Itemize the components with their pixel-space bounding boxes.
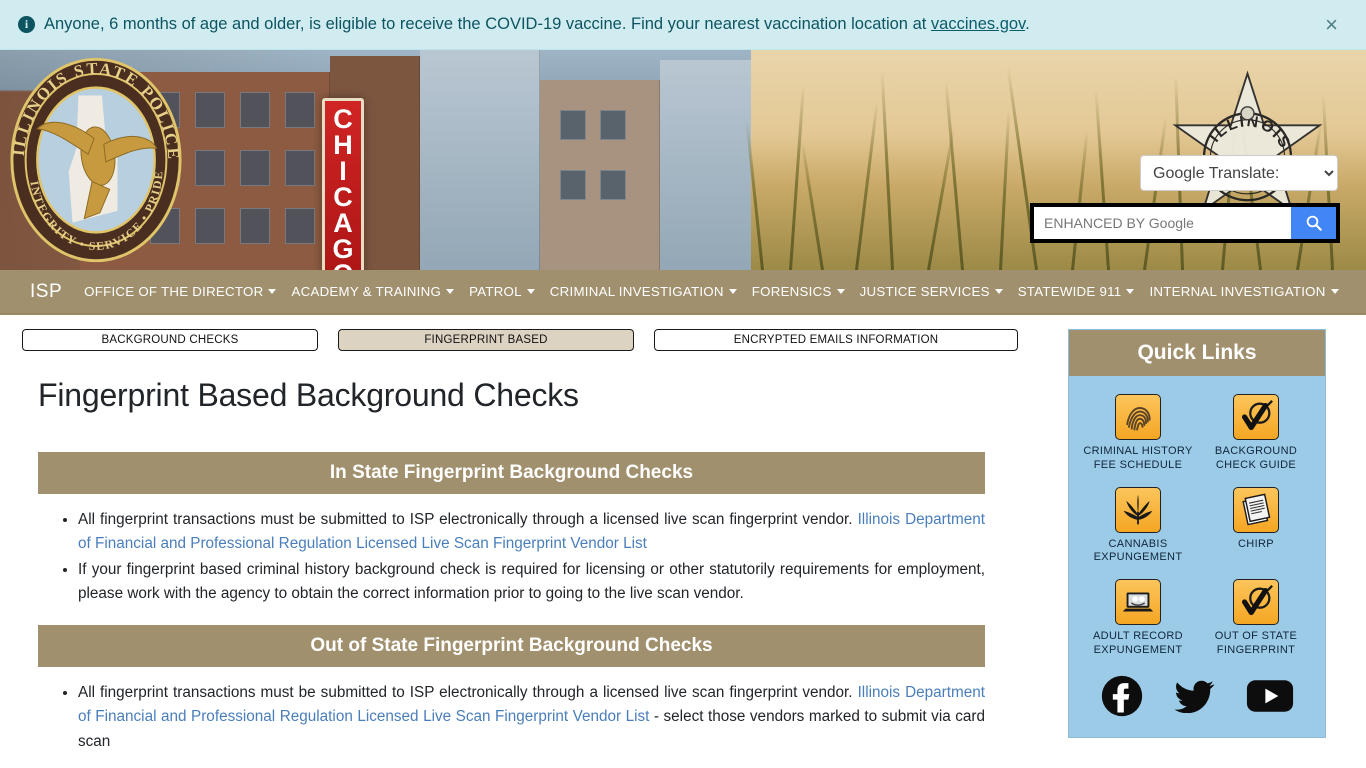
bullet-text: All fingerprint transactions must be sub… <box>78 683 858 701</box>
quick-link-cannabis-expungement[interactable]: CANNABIS EXPUNGEMENT <box>1079 486 1197 566</box>
search-input[interactable] <box>1034 207 1291 239</box>
quick-link-label: CRIMINAL HISTORY FEE SCHEDULE <box>1083 445 1193 471</box>
tab-encrypted-emails-information[interactable]: ENCRYPTED EMAILS INFORMATION <box>654 329 1018 351</box>
chicago-theatre-sign: CHICAGO <box>322 98 364 270</box>
main-content: BACKGROUND CHECKS FINGERPRINT BASED ENCR… <box>22 329 1022 768</box>
section-heading-in-state: In State Fingerprint Background Checks <box>38 452 985 494</box>
search-icon <box>1306 215 1322 231</box>
main-navigation: ISP OFFICE OF THE DIRECTOR ACADEMY & TRA… <box>0 270 1366 315</box>
bullet-text: All fingerprint transactions must be sub… <box>78 511 858 528</box>
nav-item-academy-and-training[interactable]: ACADEMY & TRAINING <box>291 284 455 299</box>
section-heading-out-of-state: Out of State Fingerprint Background Chec… <box>38 624 985 667</box>
bullet-text: If your fingerprint based criminal histo… <box>78 560 985 603</box>
info-icon: i <box>18 16 35 33</box>
documents-icon <box>1233 486 1279 533</box>
twitter-icon[interactable] <box>1173 679 1217 718</box>
isp-brand-link[interactable]: ISP <box>30 281 62 303</box>
quick-link-label: OUT OF STATE FINGERPRINT <box>1214 630 1298 656</box>
nav-label: ACADEMY & TRAINING <box>291 284 442 299</box>
page-title: Fingerprint Based Background Checks <box>38 377 579 413</box>
quick-links-sidebar: Quick Links CRIMINAL HISTORY FEE SCHEDUL… <box>1068 329 1326 768</box>
laptop-record-icon <box>1115 579 1161 625</box>
quick-link-adult-record-expungement[interactable]: ADULT RECORD EXPUNGEMENT <box>1079 579 1197 658</box>
quick-link-background-check-guide[interactable]: BACKGROUND CHECK GUIDE <box>1197 394 1315 473</box>
quick-link-label: CHIRP <box>1238 537 1274 550</box>
nav-item-statewide-911[interactable]: STATEWIDE 911 <box>1018 284 1135 299</box>
chevron-down-icon <box>836 289 845 294</box>
nav-item-internal-investigation[interactable]: INTERNAL INVESTIGATION <box>1149 284 1339 299</box>
quick-link-criminal-history-fee-schedule[interactable]: CRIMINAL HISTORY FEE SCHEDULE <box>1079 394 1197 473</box>
nav-label: OFFICE OF THE DIRECTOR <box>84 284 264 299</box>
nav-label: FORENSICS <box>751 284 832 299</box>
nav-item-office-of-the-director[interactable]: OFFICE OF THE DIRECTOR <box>84 284 277 299</box>
chevron-down-icon <box>994 289 1003 294</box>
covid-alert-banner: i Anyone, 6 months of age and older, is … <box>0 0 1366 50</box>
search-button[interactable] <box>1291 207 1336 239</box>
cannabis-leaf-icon <box>1115 486 1161 533</box>
nav-label: CRIMINAL INVESTIGATION <box>549 284 724 299</box>
hero-widgets: Google Translate: <box>1030 155 1340 243</box>
section-tab-row: BACKGROUND CHECKS FINGERPRINT BASED ENCR… <box>22 329 1022 351</box>
chevron-down-icon <box>728 289 737 294</box>
tab-background-checks[interactable]: BACKGROUND CHECKS <box>22 329 318 351</box>
alert-text-after: . <box>1025 14 1030 33</box>
quick-links-card: Quick Links CRIMINAL HISTORY FEE SCHEDUL… <box>1068 329 1326 738</box>
quick-links-title: Quick Links <box>1069 330 1325 376</box>
close-icon[interactable]: × <box>1319 13 1344 37</box>
chevron-down-icon <box>1330 289 1339 294</box>
chevron-down-icon <box>446 289 455 294</box>
magnifier-check-icon <box>1233 579 1279 625</box>
nav-item-criminal-investigation[interactable]: CRIMINAL INVESTIGATION <box>550 284 737 299</box>
quick-links-grid: CRIMINAL HISTORY FEE SCHEDULE BACKGROUND… <box>1069 376 1325 664</box>
alert-text-before: Anyone, 6 months of age and older, is el… <box>44 14 931 33</box>
quick-link-label: ADULT RECORD EXPUNGEMENT <box>1093 630 1183 656</box>
list-item: If your fingerprint based criminal histo… <box>78 558 985 607</box>
search-box <box>1030 203 1340 243</box>
quick-link-chirp[interactable]: CHIRP <box>1197 486 1315 566</box>
social-links <box>1069 664 1325 737</box>
nav-label: JUSTICE SERVICES <box>859 284 990 299</box>
hero-banner: CHICAGO ILLINOIS TROOPER <box>0 50 1366 270</box>
chevron-down-icon <box>1126 289 1135 294</box>
nav-label: INTERNAL INVESTIGATION <box>1149 284 1326 299</box>
chevron-down-icon <box>268 289 277 294</box>
quick-link-out-of-state-fingerprint[interactable]: OUT OF STATE FINGERPRINT <box>1197 579 1315 658</box>
nav-label: PATROL <box>469 284 522 299</box>
google-translate-select[interactable]: Google Translate: <box>1140 155 1338 191</box>
list-item: All fingerprint transactions must be sub… <box>78 508 985 557</box>
page-body: BACKGROUND CHECKS FINGERPRINT BASED ENCR… <box>0 315 1366 768</box>
list-item: All fingerprint transactions must be sub… <box>78 681 985 754</box>
facebook-icon[interactable] <box>1100 674 1144 723</box>
nav-item-justice-services[interactable]: JUSTICE SERVICES <box>860 284 1003 299</box>
youtube-icon[interactable] <box>1246 678 1294 719</box>
nav-item-forensics[interactable]: FORENSICS <box>752 284 845 299</box>
magnifier-check-icon <box>1233 394 1279 440</box>
nav-item-patrol[interactable]: PATROL <box>469 284 535 299</box>
in-state-bullet-list: All fingerprint transactions must be sub… <box>38 508 985 607</box>
out-of-state-bullet-list: All fingerprint transactions must be sub… <box>38 681 985 754</box>
fingerprint-icon <box>1115 394 1161 440</box>
nav-label: STATEWIDE 911 <box>1017 284 1122 299</box>
chevron-down-icon <box>526 289 535 294</box>
illinois-state-police-seal: ILLINOIS STATE POLICE INTEGRITY • SERVIC… <box>9 57 182 263</box>
quick-link-label: BACKGROUND CHECK GUIDE <box>1214 445 1298 471</box>
tab-fingerprint-based[interactable]: FINGERPRINT BASED <box>338 329 634 351</box>
quick-link-label: CANNABIS EXPUNGEMENT <box>1093 537 1183 564</box>
alert-message: Anyone, 6 months of age and older, is el… <box>44 15 1030 35</box>
vaccines-gov-link[interactable]: vaccines.gov <box>931 15 1025 33</box>
